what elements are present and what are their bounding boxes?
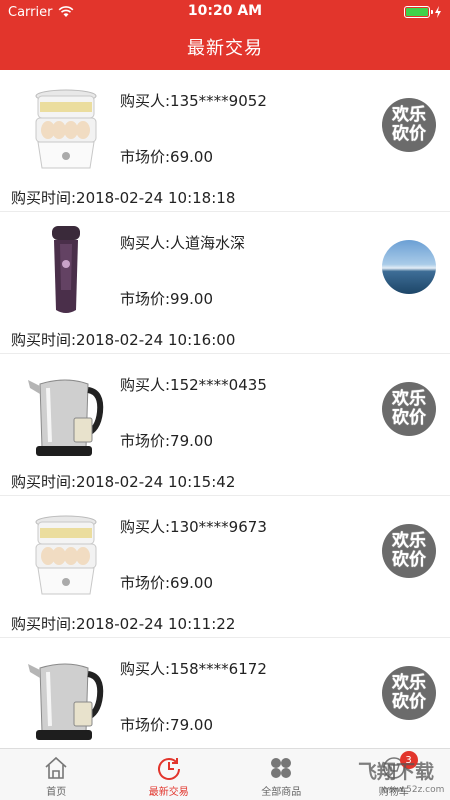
grid-icon [271, 758, 292, 778]
battery-icon [404, 6, 433, 18]
tab-home-label: 首页 [46, 787, 67, 798]
market-price: 市场价:79.00 [120, 432, 213, 450]
buyer-name: 购买人:152****0435 [120, 376, 267, 394]
clock-icon [157, 758, 180, 780]
buyer-name: 购买人:人道海水深 [120, 234, 246, 252]
avatar-badge-line2: 砍价 [392, 124, 426, 144]
tab-bar: 首页 最新交易 全部商品 购物车 3 [0, 748, 450, 800]
home-icon [45, 756, 67, 779]
avatar [382, 240, 436, 294]
avatar: 欢乐 砍价 [382, 98, 436, 152]
avatar-badge-line2: 砍价 [392, 550, 426, 570]
avatar-badge-line1: 欢乐 [392, 673, 426, 693]
transaction-card[interactable]: 购买人:158****6172 市场价:79.00 欢乐 砍价 [0, 638, 450, 748]
page-title: 最新交易 [187, 38, 263, 59]
purchase-time: 购买时间:2018-02-24 10:16:00 [11, 331, 236, 349]
tab-latest-trades[interactable]: 最新交易 [113, 749, 226, 800]
tab-cart[interactable]: 购物车 3 [338, 749, 450, 800]
market-price: 市场价:69.00 [120, 148, 213, 166]
header: Carrier 10:20 AM 最新交易 [0, 0, 450, 70]
market-price: 市场价:69.00 [120, 574, 213, 592]
buyer-name: 购买人:130****9673 [120, 518, 267, 536]
tab-all-products-label: 全部商品 [261, 787, 302, 798]
tab-latest-trades-label: 最新交易 [148, 787, 189, 798]
transaction-list[interactable]: 购买人:135****9052 市场价:69.00 购买时间:2018-02-2… [0, 70, 450, 748]
status-time: 10:20 AM [187, 3, 263, 19]
avatar: 欢乐 砍价 [382, 382, 436, 436]
transaction-card[interactable]: 购买人:人道海水深 市场价:99.00 购买时间:2018-02-24 10:1… [0, 212, 450, 353]
market-price: 市场价:99.00 [120, 290, 213, 308]
egg-steamer-icon [35, 515, 97, 595]
buyer-name: 购买人:135****9052 [120, 92, 267, 110]
transaction-card[interactable]: 购买人:130****9673 市场价:69.00 购买时间:2018-02-2… [0, 496, 450, 637]
egg-steamer-icon [35, 89, 97, 169]
avatar-badge-line1: 欢乐 [392, 531, 426, 551]
electric-kettle-icon [28, 663, 104, 740]
status-bar: Carrier 10:20 AM [0, 0, 450, 24]
avatar-badge-line2: 砍价 [392, 692, 426, 712]
purchase-time: 购买时间:2018-02-24 10:15:42 [11, 473, 236, 491]
market-price: 市场价:79.00 [120, 716, 213, 734]
buyer-name: 购买人:158****6172 [120, 660, 267, 678]
purchase-time: 购买时间:2018-02-24 10:18:18 [11, 189, 236, 207]
purchase-time: 购买时间:2018-02-24 10:11:22 [11, 615, 236, 633]
tab-home[interactable]: 首页 [0, 749, 113, 800]
cart-count-badge: 3 [399, 751, 418, 769]
transaction-card[interactable]: 购买人:152****0435 市场价:79.00 购买时间:2018-02-2… [0, 354, 450, 495]
avatar-badge-line2: 砍价 [392, 408, 426, 428]
avatar: 欢乐 砍价 [382, 666, 436, 720]
avatar: 欢乐 砍价 [382, 524, 436, 578]
tab-cart-label: 购物车 [378, 787, 409, 798]
tab-all-products[interactable]: 全部商品 [225, 749, 338, 800]
avatar-badge-line1: 欢乐 [392, 389, 426, 409]
electric-shaver-icon [52, 226, 80, 313]
avatar-badge-line1: 欢乐 [392, 105, 426, 125]
electric-kettle-icon [28, 379, 104, 456]
transaction-card[interactable]: 购买人:135****9052 市场价:69.00 购买时间:2018-02-2… [0, 70, 450, 211]
